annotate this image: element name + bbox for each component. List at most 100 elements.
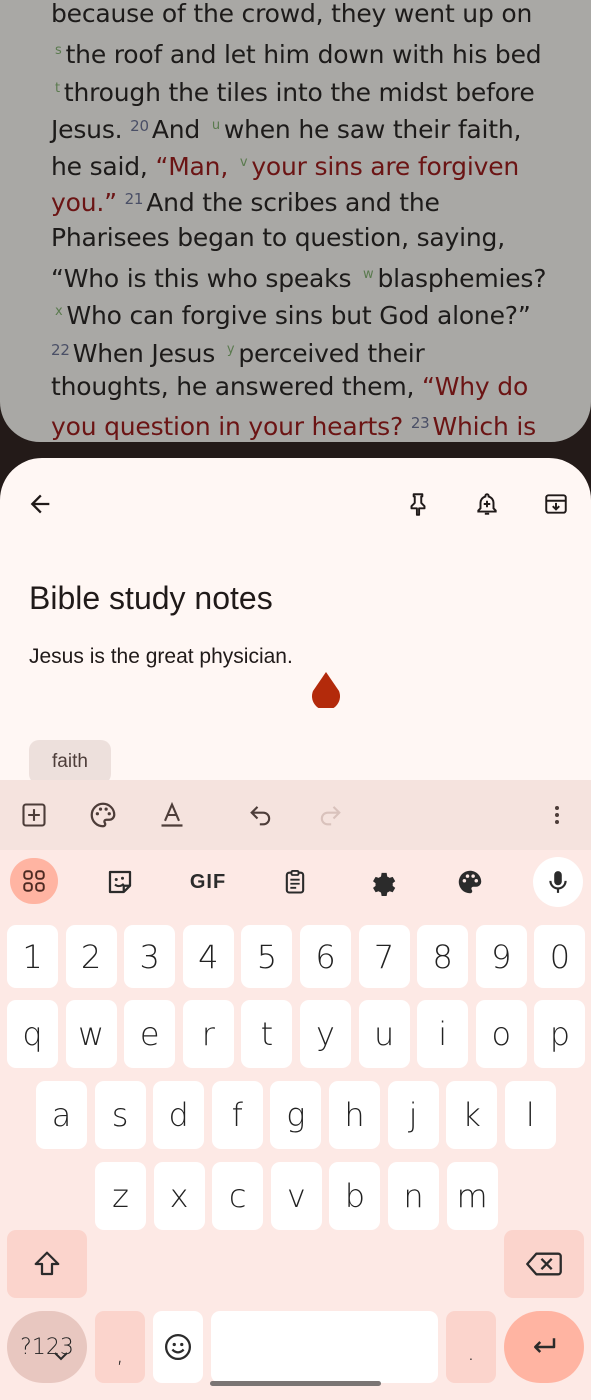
key-4[interactable]: 4: [182, 925, 234, 988]
words-of-jesus: you.”: [51, 188, 125, 218]
words-of-jesus: “Man,: [155, 152, 236, 182]
note-title[interactable]: Bible study notes: [29, 580, 273, 617]
redo-icon[interactable]: [308, 793, 352, 837]
words-of-jesus: your sins are forgiven: [251, 152, 520, 182]
cross-reference-marker: v: [239, 155, 248, 171]
pin-icon[interactable]: [396, 482, 440, 526]
key-o[interactable]: o: [475, 1000, 527, 1068]
key-m[interactable]: m: [446, 1162, 498, 1230]
verse-number: 20: [130, 116, 149, 135]
key-z[interactable]: z: [95, 1162, 146, 1230]
more-vert-icon[interactable]: [535, 793, 579, 837]
key-f[interactable]: f: [211, 1081, 263, 1149]
key-y[interactable]: y: [300, 1000, 351, 1068]
enter-key[interactable]: [504, 1311, 584, 1383]
bible-line: you.” 21 And the scribes and the: [51, 181, 571, 218]
verse-text: he said,: [51, 152, 156, 182]
key-n[interactable]: n: [388, 1162, 439, 1230]
bible-line: s the roof and let him down with his bed: [51, 32, 571, 69]
key-r[interactable]: r: [182, 1000, 234, 1068]
verse-text: when he saw their faith,: [223, 114, 522, 144]
period-key[interactable]: .: [446, 1311, 496, 1383]
key-k[interactable]: k: [446, 1081, 498, 1149]
verse-text: because of the crowd, they went up on: [51, 0, 533, 28]
settings-gear-icon[interactable]: [360, 860, 404, 904]
text-format-icon[interactable]: [150, 793, 194, 837]
key-d[interactable]: d: [153, 1081, 205, 1149]
archive-icon[interactable]: [534, 482, 578, 526]
key-s[interactable]: s: [94, 1081, 146, 1149]
bible-line: t through the tiles into the midst before: [51, 70, 571, 107]
sticker-icon[interactable]: [98, 860, 142, 904]
key-0[interactable]: 0: [534, 925, 586, 988]
shift-key[interactable]: [7, 1230, 87, 1298]
back-arrow-icon[interactable]: [18, 482, 62, 526]
key-1[interactable]: 1: [7, 925, 58, 988]
key-l[interactable]: l: [504, 1081, 556, 1149]
clipboard-icon[interactable]: [273, 860, 317, 904]
comma-key[interactable]: ,: [95, 1311, 145, 1383]
emoji-key[interactable]: [153, 1311, 203, 1383]
key-b[interactable]: b: [329, 1162, 381, 1230]
key-w[interactable]: w: [65, 1000, 117, 1068]
space-key[interactable]: [211, 1311, 438, 1383]
add-box-icon[interactable]: [12, 793, 56, 837]
key-v[interactable]: v: [270, 1162, 322, 1230]
key-t[interactable]: t: [241, 1000, 293, 1068]
key-u[interactable]: u: [358, 1000, 410, 1068]
key-2[interactable]: 2: [65, 925, 117, 988]
verse-text: through the tiles into the midst before: [63, 77, 535, 107]
note-editor-sheet: Bible study notes Jesus is the great phy…: [0, 458, 591, 1400]
reminder-bell-icon[interactable]: [465, 482, 509, 526]
verse-text: When Jesus: [72, 338, 223, 368]
key-5[interactable]: 5: [241, 925, 293, 988]
key-9[interactable]: 9: [475, 925, 527, 988]
apps-grid-icon[interactable]: [10, 858, 58, 904]
verse-text: thoughts, he answered them,: [51, 371, 423, 401]
backspace-key[interactable]: [504, 1230, 584, 1298]
verse-text: And: [151, 114, 208, 144]
cross-reference-marker: y: [226, 341, 235, 357]
key-c[interactable]: c: [212, 1162, 264, 1230]
key-8[interactable]: 8: [417, 925, 469, 988]
cross-reference-marker: t: [55, 80, 60, 96]
palette-icon[interactable]: [81, 793, 125, 837]
key-p[interactable]: p: [534, 1000, 586, 1068]
words-of-jesus: “Why do: [422, 371, 529, 401]
key-h[interactable]: h: [329, 1081, 380, 1149]
key-j[interactable]: j: [387, 1081, 439, 1149]
key-6[interactable]: 6: [300, 925, 351, 988]
symbols-key[interactable]: ?123: [7, 1311, 87, 1383]
undo-icon[interactable]: [239, 793, 283, 837]
cross-reference-marker: x: [55, 304, 63, 320]
bible-line: he said, “Man, v your sins are forgiven: [51, 144, 571, 181]
cross-reference-marker: u: [211, 117, 220, 133]
bible-line: you question in your hearts? 23 Which is: [51, 405, 571, 442]
gif-icon[interactable]: GIF: [186, 860, 230, 904]
label-chip[interactable]: faith: [29, 740, 111, 784]
collapse-keyboard-chevron-icon[interactable]: [50, 1348, 72, 1369]
key-a[interactable]: a: [36, 1081, 87, 1149]
words-of-jesus: Which is: [432, 412, 537, 442]
microphone-icon[interactable]: [533, 857, 583, 907]
verse-text: perceived their: [238, 338, 425, 368]
key-q[interactable]: q: [7, 1000, 58, 1068]
verse-text: Who can forgive sins but God alone?”: [66, 301, 531, 331]
key-e[interactable]: e: [124, 1000, 176, 1068]
key-i[interactable]: i: [417, 1000, 469, 1068]
key-x[interactable]: x: [153, 1162, 205, 1230]
cross-reference-marker: w: [363, 267, 374, 283]
home-indicator: [210, 1381, 381, 1386]
words-of-jesus: you question in your hearts?: [51, 412, 411, 442]
key-3[interactable]: 3: [124, 925, 176, 988]
verse-number: 21: [124, 190, 144, 209]
text-cursor-handle-icon[interactable]: [311, 672, 341, 708]
key-g[interactable]: g: [270, 1081, 322, 1149]
bible-line: because of the crowd, they went up on: [51, 0, 571, 32]
verse-text: “Who is this who speaks: [51, 264, 360, 294]
verse-number: 22: [51, 340, 70, 359]
theme-palette-icon[interactable]: [448, 860, 492, 904]
key-7[interactable]: 7: [358, 925, 410, 988]
note-body[interactable]: Jesus is the great physician.: [29, 645, 293, 669]
verse-number: 23: [410, 414, 430, 433]
